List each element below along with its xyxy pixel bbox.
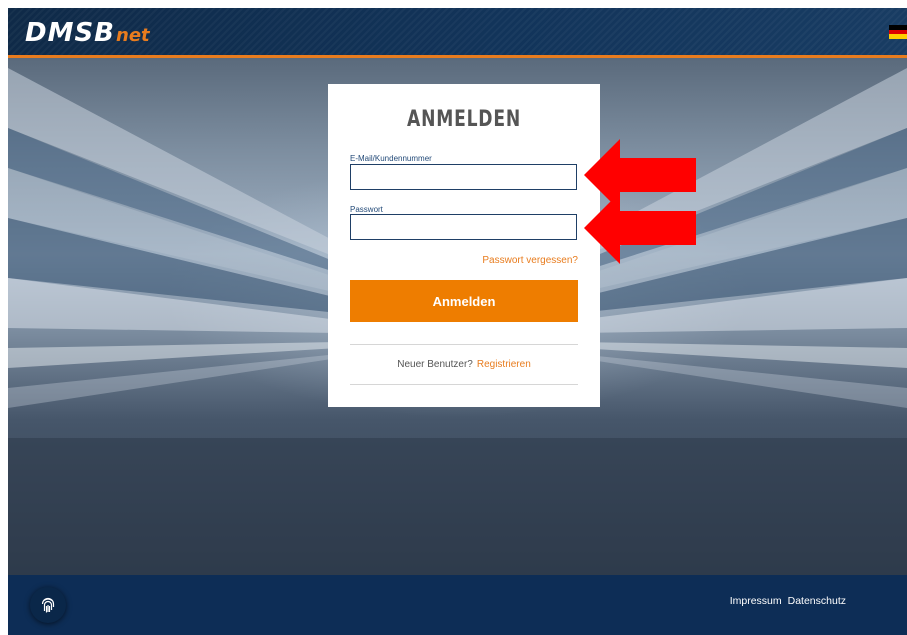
- fingerprint-glyph: [41, 597, 55, 613]
- impressum-link[interactable]: Impressum: [730, 595, 782, 607]
- email-label: E-Mail/Kundennummer: [350, 154, 432, 163]
- register-link[interactable]: Registrieren: [477, 359, 531, 370]
- footer-links: Impressum Datenschutz: [730, 595, 846, 607]
- divider-bottom: [350, 384, 578, 385]
- login-card: ANMELDEN E-Mail/Kundennummer Passwort Pa…: [328, 84, 600, 407]
- password-field[interactable]: [350, 214, 577, 240]
- new-user-row: Neuer Benutzer? Registrieren: [328, 359, 600, 370]
- login-button[interactable]: Anmelden: [350, 280, 578, 322]
- divider-top: [350, 344, 578, 345]
- page-frame: DMSB net ANMELDEN E-Mail/Kundennummer Pa…: [8, 8, 907, 635]
- datenschutz-link[interactable]: Datenschutz: [788, 595, 846, 607]
- logo-main-text: DMSB: [25, 18, 115, 48]
- forgot-password-link[interactable]: Passwort vergessen?: [482, 255, 578, 266]
- dmsb-logo[interactable]: DMSB net: [25, 18, 150, 48]
- left-arrow-icon: [584, 192, 696, 264]
- login-title: ANMELDEN: [407, 107, 521, 132]
- new-user-text: Neuer Benutzer?: [397, 359, 473, 370]
- fingerprint-icon[interactable]: [30, 587, 66, 623]
- flag-de-icon[interactable]: [889, 25, 907, 40]
- header-bar: DMSB net: [8, 8, 907, 58]
- logo-sub-text: net: [116, 25, 150, 46]
- footer-bar: Impressum Datenschutz: [8, 575, 907, 635]
- password-label: Passwort: [350, 205, 383, 214]
- email-field[interactable]: [350, 164, 577, 190]
